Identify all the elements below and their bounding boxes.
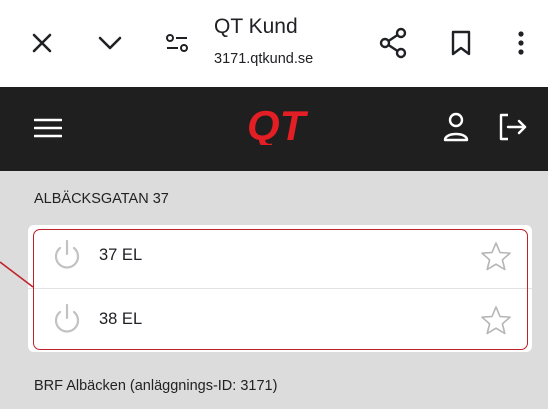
power-icon[interactable] (52, 239, 82, 276)
logout-icon[interactable] (497, 111, 529, 143)
star-outline-icon[interactable] (480, 241, 512, 276)
page-title: QT Kund (214, 15, 298, 38)
more-vert-icon[interactable] (514, 28, 528, 58)
bookmark-icon[interactable] (449, 28, 473, 58)
list-item[interactable]: 37 EL (28, 225, 532, 288)
share-icon[interactable] (377, 26, 409, 60)
section-title: ALBÄCKSGATAN 37 (34, 191, 169, 207)
browser-toolbar: QT Kund 3171.qtkund.se (0, 0, 548, 87)
annotation-pointer-line (0, 261, 34, 288)
site-settings-icon[interactable] (163, 30, 191, 56)
list-item[interactable]: 38 EL (28, 289, 532, 352)
power-icon[interactable] (52, 303, 82, 340)
chevron-down-icon[interactable] (95, 29, 125, 57)
property-info: BRF Albäcken (anläggnings-ID: 3171) (34, 378, 278, 394)
list-item-label: 37 EL (99, 246, 143, 264)
page-url[interactable]: 3171.qtkund.se (214, 51, 313, 67)
user-icon[interactable] (441, 110, 471, 144)
logo-text: QT (247, 107, 309, 145)
star-outline-icon[interactable] (480, 305, 512, 340)
qt-logo[interactable]: QT (247, 102, 319, 150)
list-item-label: 38 EL (99, 310, 143, 328)
